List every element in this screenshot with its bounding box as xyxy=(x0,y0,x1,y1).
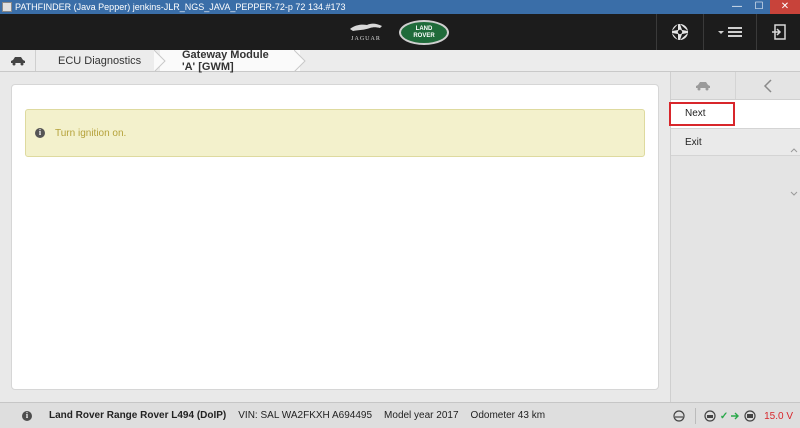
connection-arrow-icon xyxy=(730,412,742,420)
breadcrumb-item-gateway-module[interactable]: Gateway Module 'A' [GWM] xyxy=(160,48,306,73)
breadcrumb-separator-icon xyxy=(294,50,306,72)
banner-message: Turn ignition on. xyxy=(55,127,127,139)
vehicle-button[interactable] xyxy=(671,72,735,99)
car-icon xyxy=(10,56,25,65)
exit-button[interactable]: Exit xyxy=(671,128,800,156)
info-icon[interactable]: i xyxy=(22,410,32,421)
close-window-button[interactable]: ✕ xyxy=(770,0,800,14)
window-title-bar: PATHFINDER (Java Pepper) jenkins-JLR_NGS… xyxy=(0,0,800,14)
status-divider xyxy=(695,408,697,424)
scroll-down-icon xyxy=(790,191,798,196)
vehicle-name: Land Rover Range Rover L494 (DoIP) xyxy=(49,410,227,421)
battery-voltage: 15.0 V xyxy=(764,410,793,422)
car-icon xyxy=(696,81,710,90)
maximize-button[interactable]: ☐ xyxy=(748,0,770,14)
land-rover-line1: LAND xyxy=(415,26,433,32)
status-bar: i Land Rover Range Rover L494 (DoIP) VIN… xyxy=(0,402,800,428)
breadcrumb: ECU Diagnostics Gateway Module 'A' [GWM] xyxy=(0,48,800,73)
vin-text: VIN: SAL WA2FKXH A694495 xyxy=(238,410,373,421)
vci-device-icon xyxy=(702,410,718,422)
scroll-up-icon xyxy=(790,148,798,153)
model-year-text: Model year 2017 xyxy=(384,410,459,421)
sidebar-scrollbar[interactable] xyxy=(787,92,800,402)
jaguar-logo: JAGUAR xyxy=(345,18,387,46)
app-icon xyxy=(2,2,12,12)
logout-icon xyxy=(771,24,786,40)
breadcrumb-home[interactable] xyxy=(0,50,36,71)
logout-button[interactable] xyxy=(757,14,800,50)
action-sidebar: Next Exit xyxy=(670,72,800,402)
app-header: JAGUAR LAND ROVER xyxy=(0,14,800,50)
breadcrumb-separator-icon xyxy=(154,50,166,72)
breadcrumb-item-ecu-diagnostics[interactable]: ECU Diagnostics xyxy=(36,50,166,72)
main-content-panel: i Turn ignition on. xyxy=(11,84,659,390)
menu-icon xyxy=(718,27,742,37)
cloud-icon xyxy=(669,410,689,422)
next-button[interactable]: Next xyxy=(671,100,800,128)
sidebar-toolbar xyxy=(671,72,800,100)
window-title: PATHFINDER (Java Pepper) jenkins-JLR_NGS… xyxy=(15,2,346,12)
jaguar-wordmark: JAGUAR xyxy=(351,36,381,42)
minimize-button[interactable]: — xyxy=(726,0,748,14)
menu-button[interactable] xyxy=(704,14,756,50)
info-icon: i xyxy=(35,128,45,138)
land-rover-line2: ROVER xyxy=(413,33,435,39)
info-banner: i Turn ignition on. xyxy=(25,109,645,157)
jaguar-leaper-icon xyxy=(350,23,382,31)
land-rover-logo: LAND ROVER xyxy=(399,20,449,45)
chevron-left-icon xyxy=(763,78,772,93)
check-mark-icon: ✓ xyxy=(719,410,729,422)
odometer-text: Odometer 43 km xyxy=(470,410,546,421)
aperture-button[interactable] xyxy=(657,14,703,50)
aperture-icon xyxy=(672,24,688,40)
status-indicators: ✓ 15.0 V xyxy=(669,403,800,428)
breadcrumb-label: Gateway Module 'A' [GWM] xyxy=(182,48,269,73)
vehicle-status-icon xyxy=(742,410,758,422)
breadcrumb-label: ECU Diagnostics xyxy=(58,54,142,67)
